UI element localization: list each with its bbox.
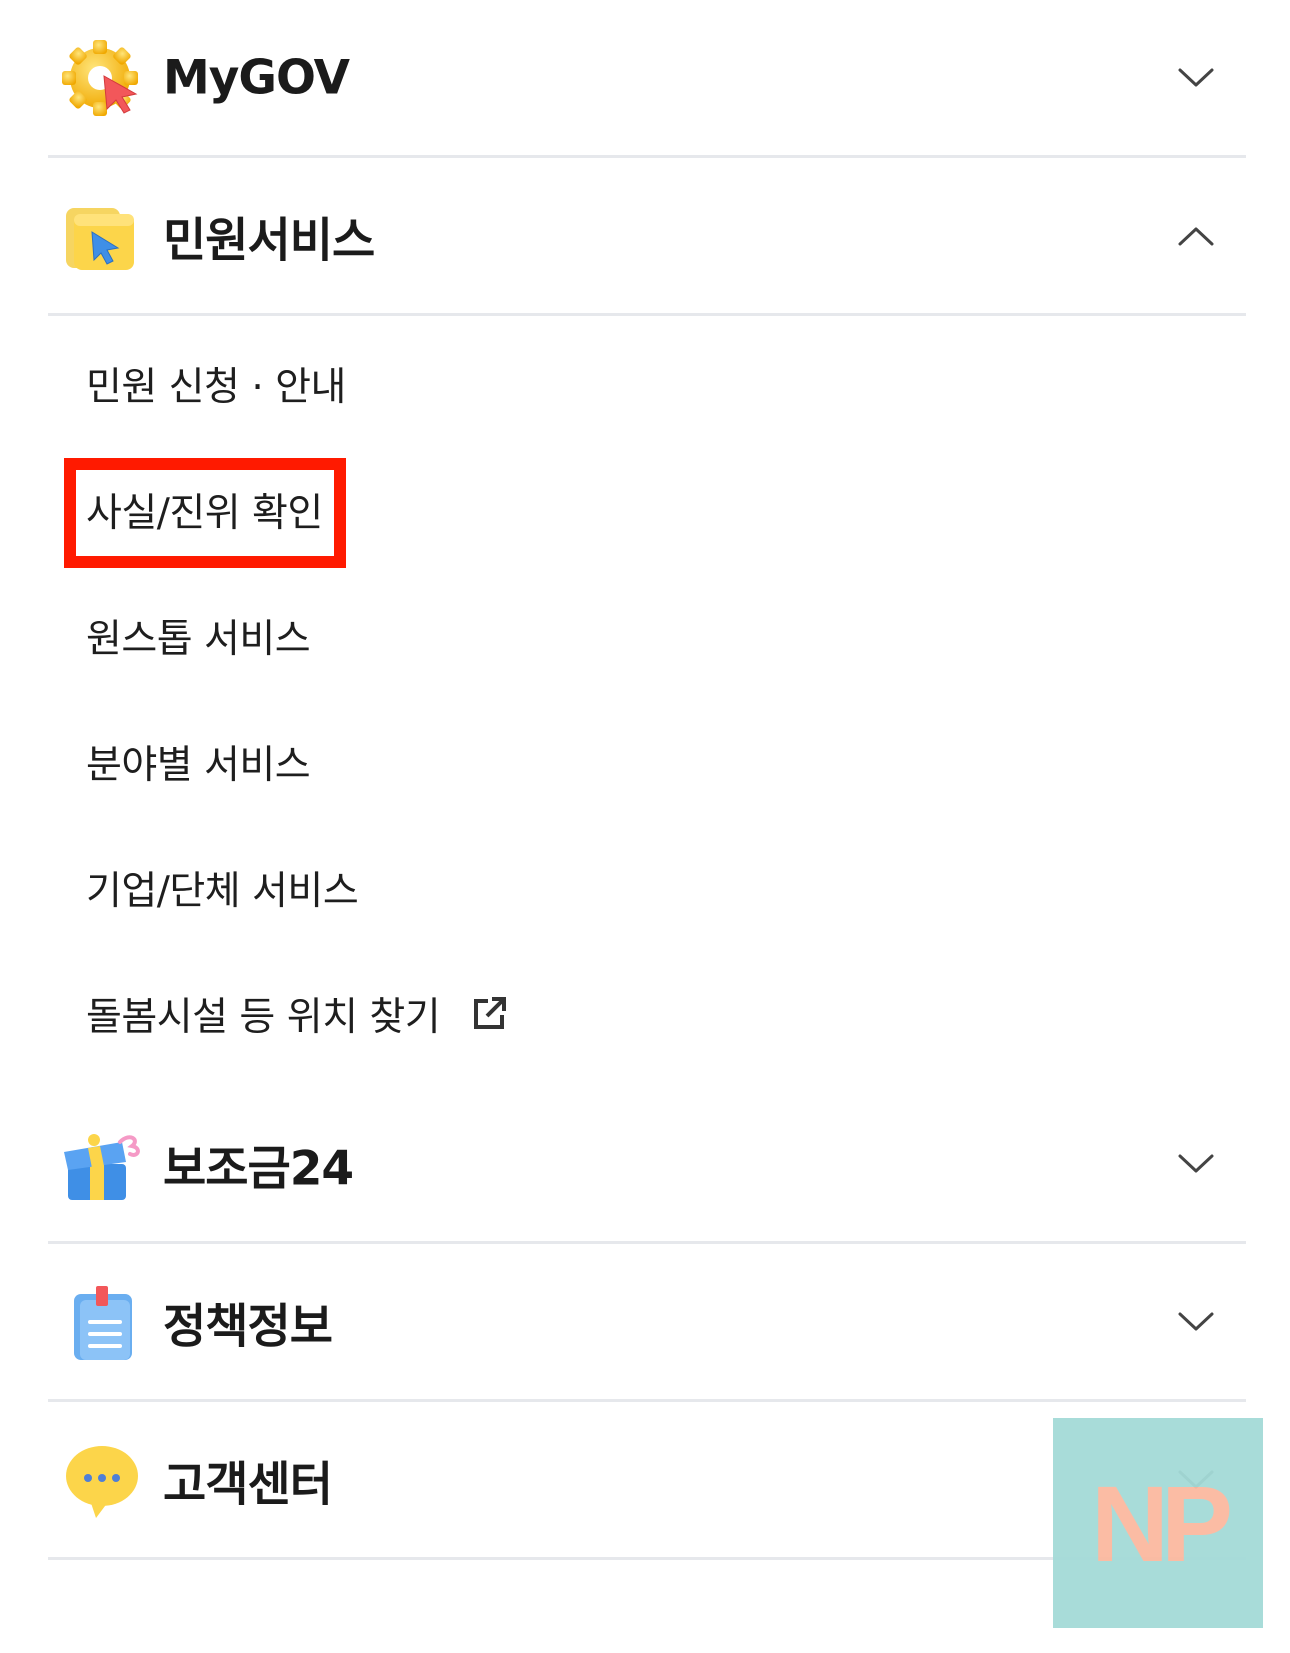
submenu-item-business[interactable]: 기업/단체 서비스: [86, 860, 359, 916]
section-civil-service[interactable]: 민원서비스: [48, 158, 1246, 316]
external-link-icon: [470, 995, 508, 1033]
section-title-customer-center: 고객센터: [163, 1457, 333, 1512]
chevron-down-icon[interactable]: [1176, 66, 1216, 90]
sidebar-menu: MyGOV 민원서비스 민원 신청 · 안내 사실/진위 확인 원스톱 서비스 …: [48, 0, 1246, 1560]
section-mygov[interactable]: MyGOV: [48, 0, 1246, 158]
submenu-item-label: 돌봄시설 등 위치 찾기: [86, 995, 441, 1040]
section-policy-info[interactable]: 정책정보: [48, 1244, 1246, 1402]
submenu-item-label: 민원 신청 · 안내: [86, 365, 346, 410]
watermark-logo: NP: [1053, 1418, 1263, 1628]
civil-service-submenu: 민원 신청 · 안내 사실/진위 확인 원스톱 서비스 분야별 서비스 기업/단…: [48, 316, 1246, 1086]
section-title-subsidy: 보조금24: [163, 1141, 354, 1196]
submenu-item-fact-verification[interactable]: 사실/진위 확인: [86, 482, 323, 538]
submenu-item-civil-application[interactable]: 민원 신청 · 안내: [86, 356, 346, 412]
chevron-down-icon[interactable]: [1176, 1152, 1216, 1176]
submenu-item-label: 분야별 서비스: [86, 743, 311, 788]
submenu-item-label: 기업/단체 서비스: [86, 869, 359, 914]
section-title-policy-info: 정책정보: [163, 1299, 333, 1354]
folder-cursor-icon: [60, 194, 144, 278]
submenu-item-care-facility[interactable]: 돌봄시설 등 위치 찾기: [86, 986, 508, 1042]
gift-box-icon: [60, 1122, 144, 1206]
submenu-item-one-stop[interactable]: 원스톱 서비스: [86, 608, 311, 664]
submenu-item-label: 사실/진위 확인: [86, 491, 323, 536]
chevron-down-icon[interactable]: [1176, 1310, 1216, 1334]
section-subsidy[interactable]: 보조금24: [48, 1086, 1246, 1244]
speech-bubble-icon: [60, 1438, 144, 1522]
submenu-item-by-field[interactable]: 분야별 서비스: [86, 734, 311, 790]
section-title-mygov: MyGOV: [163, 50, 350, 105]
clipboard-icon: [60, 1280, 144, 1364]
chevron-up-icon[interactable]: [1176, 224, 1216, 248]
gear-cursor-icon: [60, 36, 144, 120]
section-title-civil-service: 민원서비스: [163, 213, 375, 268]
submenu-item-label: 원스톱 서비스: [86, 617, 311, 662]
